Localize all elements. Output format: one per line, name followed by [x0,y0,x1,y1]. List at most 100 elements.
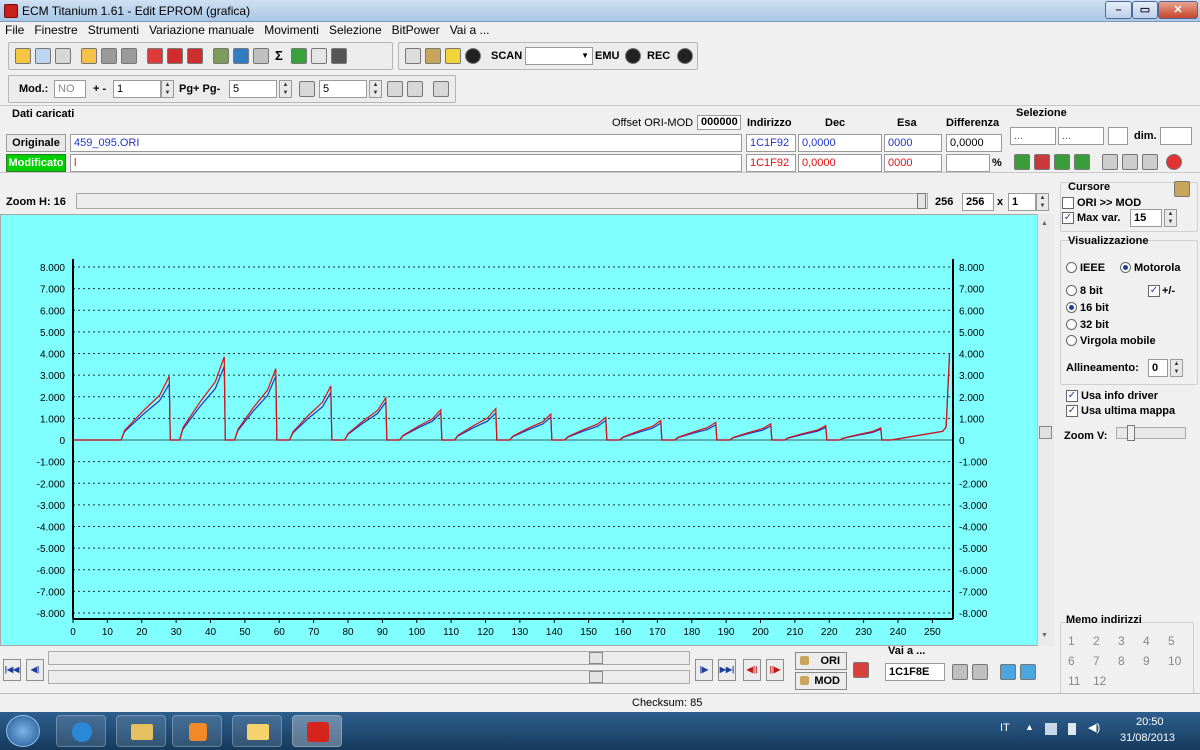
allineamento-spinner[interactable]: ▲ ▼ [1170,359,1183,377]
scan-select[interactable]: ▼ [525,47,593,65]
maxvar-field[interactable]: 15 [1130,209,1162,227]
zoom-h-slider[interactable] [76,193,928,209]
memo-number-11[interactable]: 11 [1068,674,1080,688]
selezione-extra[interactable] [1108,127,1128,145]
zoom-multiplier-spinner[interactable]: ▲ ▼ [1036,193,1049,211]
goto-right-icon[interactable] [972,664,988,680]
memo-number-7[interactable]: 7 [1093,654,1100,668]
clock-date[interactable]: 31/08/2013 [1120,732,1175,744]
modificato-indirizzo[interactable]: 1C1F92 [746,154,796,172]
tray-expand-icon[interactable]: ▲ [1025,722,1034,732]
tool-icon[interactable] [291,48,307,64]
rec-record-icon[interactable] [677,48,693,64]
originale-label[interactable]: Originale [6,134,66,152]
minimize-button[interactable]: – [1105,1,1132,19]
menu-vai-a[interactable]: Vai a ... [445,22,495,39]
pg-field[interactable]: 5 [229,80,277,98]
memo-number-12[interactable]: 12 [1093,674,1106,688]
language-indicator[interactable]: IT [1000,722,1010,734]
flag-icon[interactable] [853,662,869,678]
scroll-down-icon[interactable]: ▼ [1041,632,1048,639]
ie-taskbar-icon[interactable] [56,715,106,747]
pg-spinner[interactable]: ▲ ▼ [279,80,292,98]
zoom-value-field[interactable]: 256 [962,193,994,211]
cursor-lock-icon[interactable] [1174,181,1190,197]
select-cross-icon[interactable] [1034,154,1050,170]
close-button[interactable]: ✕ [1158,1,1198,19]
offset-scroll-thumb[interactable] [589,671,603,683]
usa-info-driver-checkbox[interactable]: ✓ [1066,390,1078,402]
scroll-thumb[interactable] [1039,426,1052,439]
bit8-radio[interactable] [1066,285,1077,296]
step-back-button[interactable]: ◀|| [743,659,761,681]
plusminus-checkbox[interactable]: ✓ [1148,285,1160,297]
checklist-icon[interactable] [147,48,163,64]
plot-vertical-scrollbar[interactable]: ▲ ▼ [1037,214,1054,646]
offset-field[interactable]: 000000 [697,115,741,130]
modificato-file[interactable]: l [70,154,742,172]
prev-page-button[interactable]: ◀| [26,659,44,681]
save-as-icon[interactable] [121,48,137,64]
originale-dec[interactable]: 0,0000 [798,134,882,152]
sigma-icon[interactable]: Σ [275,48,283,63]
allineamento-field[interactable]: 0 [1148,359,1168,377]
calculator-icon[interactable] [233,48,249,64]
clock-time[interactable]: 20:50 [1136,716,1164,728]
first-page-button[interactable]: |◀◀ [3,659,21,681]
explorer-taskbar-icon[interactable] [116,715,166,747]
selezione-end[interactable]: ... [1058,127,1104,145]
memo-number-8[interactable]: 8 [1118,654,1125,668]
battery-icon[interactable] [1068,723,1076,735]
next-page-button[interactable]: |▶ [695,659,713,681]
ori-mod-checkbox[interactable] [1062,197,1074,209]
p-field[interactable]: 5 [319,80,367,98]
usa-ultima-mappa-checkbox[interactable]: ✓ [1066,405,1078,417]
zoom-v-thumb[interactable] [1127,425,1135,441]
maxvar-checkbox[interactable]: ✓ [1062,212,1074,224]
open-folder-icon[interactable] [81,48,97,64]
t-icon[interactable] [433,81,449,97]
select-both-icon[interactable] [1054,154,1070,170]
emu-record-icon[interactable] [625,48,641,64]
mod-button[interactable]: MOD [795,672,847,690]
goto-left-icon[interactable] [952,664,968,680]
ieee-radio[interactable] [1066,262,1077,273]
vai-a-field[interactable]: 1C1F8E [885,663,945,681]
menu-bitpower[interactable]: BitPower [387,22,445,39]
virgola-radio[interactable] [1066,335,1077,346]
h-icon[interactable] [407,81,423,97]
selezione-start[interactable]: ... [1010,127,1056,145]
plusminus-field[interactable]: 1 [113,80,161,98]
scroll-up-icon[interactable]: ▲ [1041,220,1048,227]
originale-indirizzo[interactable]: 1C1F92 [746,134,796,152]
reset-icon[interactable] [1166,154,1182,170]
start-button[interactable] [6,715,40,747]
step-forward-button[interactable]: ||▶ [766,659,784,681]
stop-icon[interactable] [167,48,183,64]
bit16-radio[interactable] [1066,302,1077,313]
p-icon[interactable] [299,81,315,97]
ori-button[interactable]: ORI [795,652,847,670]
originale-esa[interactable]: 0000 [884,134,942,152]
dim-field[interactable] [1160,127,1192,145]
zoom-v-slider[interactable] [1116,425,1186,441]
media-player-taskbar-icon[interactable] [172,715,222,747]
motorola-radio[interactable] [1120,262,1131,273]
originale-file[interactable]: 459_095.ORI [70,134,742,152]
zoom-h-thumb[interactable] [917,193,926,209]
memo-number-5[interactable]: 5 [1168,634,1175,648]
copy-icon[interactable] [35,48,51,64]
memo-number-1[interactable]: 1 [1068,634,1075,648]
last-page-button[interactable]: ▶▶| [718,659,736,681]
window-icon[interactable] [55,48,71,64]
home-icon[interactable] [15,48,31,64]
runner-icon[interactable] [445,48,461,64]
maxvar-spinner[interactable]: ▲ ▼ [1164,209,1177,227]
terminal-icon[interactable] [405,48,421,64]
chart-icon[interactable] [311,48,327,64]
export-icon[interactable] [253,48,269,64]
binoculars-icon[interactable] [331,48,347,64]
flag-tray-icon[interactable] [1045,723,1057,735]
p-spinner[interactable]: ▲ ▼ [369,80,382,98]
menu-strumenti[interactable]: Strumenti [83,22,144,39]
